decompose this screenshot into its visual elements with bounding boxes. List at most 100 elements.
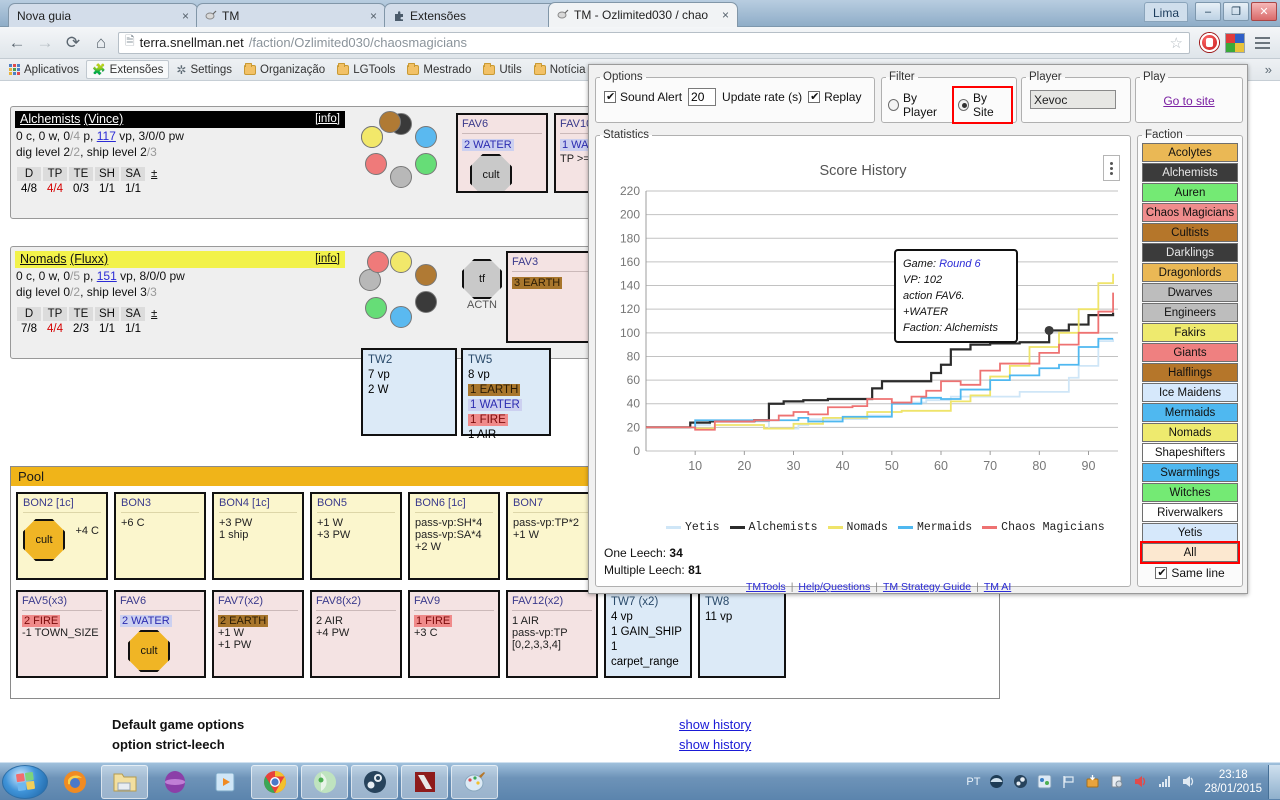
taskbar-dota2[interactable] bbox=[401, 764, 448, 799]
chrome-menu-icon[interactable] bbox=[1251, 36, 1274, 49]
forward-icon[interactable]: → bbox=[34, 33, 56, 53]
tm-extension-icon[interactable] bbox=[1225, 32, 1245, 53]
favor-card-fav7[interactable]: FAV7(x2) 2 EARTH +1 W +1 PW bbox=[212, 590, 304, 678]
bookmark-extensoes[interactable]: 🧩 Extensões bbox=[85, 60, 170, 79]
taskbar-mediaplayer[interactable] bbox=[201, 765, 248, 799]
taskbar-explorer[interactable] bbox=[101, 764, 148, 799]
highlighted-data-point[interactable] bbox=[1044, 325, 1054, 335]
safely-remove-icon[interactable] bbox=[1108, 774, 1124, 790]
go-to-site-link[interactable]: Go to site bbox=[1163, 94, 1214, 108]
taskbar-media[interactable] bbox=[151, 765, 198, 799]
replay-checkbox[interactable]: Replay bbox=[808, 90, 861, 104]
bookmark-utils[interactable]: Utils bbox=[478, 62, 526, 78]
faction-vp[interactable]: 151 bbox=[97, 269, 117, 283]
address-bar[interactable]: 🗎 terra.snellman.net/faction/Ozlimited03… bbox=[118, 31, 1190, 54]
town-tile-tw5[interactable]: TW5 8 vp 1 EARTH 1 WATER 1 FIRE 1 AIR bbox=[461, 348, 551, 441]
favor-card-fav12[interactable]: FAV12(x2) 1 AIR pass-vp:TP [0,2,3,3,4] bbox=[506, 590, 598, 678]
browser-tab-3[interactable]: TM - Ozlimited030 / chao × bbox=[548, 2, 738, 27]
legend-item-yetis[interactable]: Yetis bbox=[666, 521, 720, 534]
taskbar-clock[interactable]: 23:18 28/01/2015 bbox=[1204, 768, 1262, 796]
flag-icon[interactable] bbox=[1060, 774, 1076, 790]
adblock-icon[interactable] bbox=[1200, 33, 1219, 52]
faction-header[interactable]: Alchemists (Vince) [info] bbox=[15, 111, 345, 128]
bookmark-lgtools[interactable]: LGTools bbox=[332, 62, 400, 78]
browser-tab-2[interactable]: Extensões × bbox=[384, 3, 574, 27]
faction-filter-swarmlings[interactable]: Swarmlings bbox=[1142, 463, 1238, 482]
faction-info-link[interactable]: [info] bbox=[315, 111, 340, 128]
faction-filter-giants[interactable]: Giants bbox=[1142, 343, 1238, 362]
tab-close-icon[interactable]: × bbox=[366, 5, 377, 27]
faction-filter-chaos-magicians[interactable]: Chaos Magicians bbox=[1142, 203, 1238, 222]
browser-profile-name[interactable]: Lima bbox=[1143, 2, 1188, 22]
expand-toggle[interactable]: ± bbox=[147, 167, 161, 181]
start-button[interactable] bbox=[2, 764, 48, 799]
faction-filter-nomads[interactable]: Nomads bbox=[1142, 423, 1238, 442]
tmtools-link[interactable]: TMTools bbox=[746, 581, 786, 593]
faction-header[interactable]: Nomads (Fluxx) [info] bbox=[15, 251, 345, 268]
bookmark-mestrado[interactable]: Mestrado bbox=[402, 62, 476, 78]
favor-card-fav5[interactable]: FAV5(x3) 2 FIRE -1 TOWN_SIZE bbox=[16, 590, 108, 678]
bookmark-noticia[interactable]: Notícia bbox=[529, 62, 591, 78]
show-history-link-1[interactable]: show history bbox=[679, 715, 751, 735]
favor-card-fav6-top[interactable]: FAV6 2 WATER cult bbox=[456, 113, 548, 193]
tooltip-game-link[interactable]: Round 6 bbox=[939, 258, 981, 270]
legend-item-alchemists[interactable]: Alchemists bbox=[729, 521, 818, 534]
bookmark-organizacao[interactable]: Organização bbox=[239, 62, 330, 78]
player-name-input[interactable]: Xevoc bbox=[1030, 90, 1116, 109]
faction-filter-cultists[interactable]: Cultists bbox=[1142, 223, 1238, 242]
kebab-menu-icon[interactable] bbox=[1103, 155, 1120, 181]
expand-toggle[interactable]: ± bbox=[147, 307, 161, 321]
bonus-card-bon7[interactable]: BON7 pass-vp:TP*2 +1 W bbox=[506, 492, 598, 580]
town-tile-tw8[interactable]: TW8 11 vp bbox=[698, 590, 786, 678]
browser-tab-0[interactable]: Nova guia × bbox=[8, 3, 198, 27]
favor-card-fav9[interactable]: FAV9 1 FIRE +3 C bbox=[408, 590, 500, 678]
bonus-card-bon3[interactable]: BON3 +6 C bbox=[114, 492, 206, 580]
volume-icon[interactable] bbox=[1180, 774, 1196, 790]
legend-item-chaos-magicians[interactable]: Chaos Magicians bbox=[982, 521, 1105, 534]
home-icon[interactable]: ⌂ bbox=[90, 33, 112, 53]
bonus-card-bon2[interactable]: BON2 [1c] cult +4 C bbox=[16, 492, 108, 580]
taskbar-daemon-tools[interactable] bbox=[301, 764, 348, 799]
filter-by-player-radio[interactable]: By Player bbox=[888, 91, 949, 119]
restore-button[interactable]: ❐ bbox=[1223, 2, 1249, 21]
action-token-octagon[interactable]: tf bbox=[462, 259, 502, 299]
taskbar-steam[interactable] bbox=[351, 764, 398, 799]
faction-filter-witches[interactable]: Witches bbox=[1142, 483, 1238, 502]
taskbar-paint[interactable] bbox=[451, 764, 498, 799]
tm-strategy-guide-link[interactable]: TM Strategy Guide bbox=[883, 581, 971, 593]
town-tile-tw7[interactable]: TW7 (x2) 4 vp 1 GAIN_SHIP 1 carpet_range bbox=[604, 590, 692, 678]
volume-mute-icon[interactable] bbox=[1132, 774, 1148, 790]
network-center-icon[interactable] bbox=[1036, 774, 1052, 790]
bookmark-star-icon[interactable]: ☆ bbox=[1170, 34, 1183, 52]
sound-alert-checkbox[interactable]: Sound Alert bbox=[604, 90, 682, 104]
faction-filter-yetis[interactable]: Yetis bbox=[1142, 523, 1238, 542]
faction-filter-auren[interactable]: Auren bbox=[1142, 183, 1238, 202]
bonus-card-bon6[interactable]: BON6 [1c] pass-vp:SH*4 pass-vp:SA*4 +2 W bbox=[408, 492, 500, 580]
faction-filter-riverwalkers[interactable]: Riverwalkers bbox=[1142, 503, 1238, 522]
same-line-checkbox[interactable]: Same line bbox=[1155, 566, 1225, 580]
bookmark-settings[interactable]: ✲ Settings bbox=[171, 61, 237, 79]
faction-filter-dragonlords[interactable]: Dragonlords bbox=[1142, 263, 1238, 282]
faction-filter-engineers[interactable]: Engineers bbox=[1142, 303, 1238, 322]
show-desktop-button[interactable] bbox=[1268, 764, 1280, 799]
language-indicator[interactable]: PT bbox=[966, 776, 980, 788]
show-history-link-2[interactable]: show history bbox=[679, 735, 751, 755]
faction-filter-shapeshifters[interactable]: Shapeshifters bbox=[1142, 443, 1238, 462]
faction-filter-darklings[interactable]: Darklings bbox=[1142, 243, 1238, 262]
bonus-card-bon4[interactable]: BON4 [1c] +3 PW 1 ship bbox=[212, 492, 304, 580]
faction-filter-ice-maidens[interactable]: Ice Maidens bbox=[1142, 383, 1238, 402]
app-icon[interactable] bbox=[988, 774, 1004, 790]
tab-close-icon[interactable]: × bbox=[178, 5, 189, 27]
town-tile-tw2[interactable]: TW2 7 vp 2 W bbox=[361, 348, 457, 436]
faction-filter-mermaids[interactable]: Mermaids bbox=[1142, 403, 1238, 422]
update-rate-input[interactable] bbox=[688, 88, 717, 106]
taskbar-chrome[interactable] bbox=[251, 764, 298, 799]
bookmarks-overflow-icon[interactable]: » bbox=[1265, 62, 1276, 77]
browser-tab-1[interactable]: TM × bbox=[196, 3, 386, 27]
reload-icon[interactable]: ⟳ bbox=[62, 33, 84, 53]
faction-filter-all[interactable]: All bbox=[1140, 541, 1240, 564]
steam-tray-icon[interactable] bbox=[1012, 774, 1028, 790]
favor-card-fav3[interactable]: FAV3 3 EARTH bbox=[506, 251, 598, 343]
faction-vp[interactable]: 117 bbox=[97, 129, 116, 143]
favor-card-fav6[interactable]: FAV6 2 WATER cult bbox=[114, 590, 206, 678]
